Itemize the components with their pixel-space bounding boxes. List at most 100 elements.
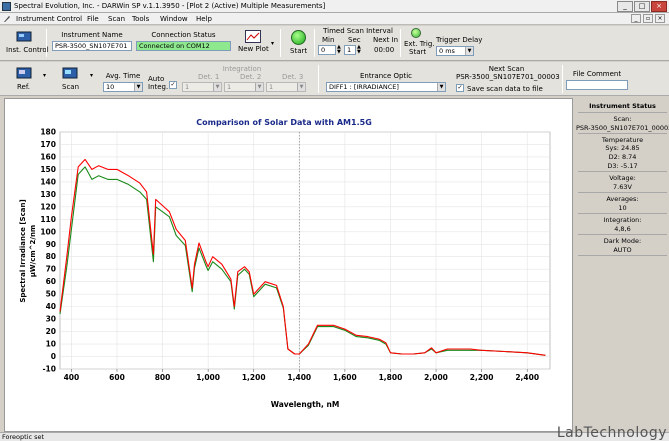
mdi-minimize-button[interactable]: _ [631,14,641,23]
integration-status-value: 4,8,6 [614,225,631,233]
auto-integ-label: Auto [148,75,165,83]
separator [46,29,47,57]
chevron-down-icon: ▼ [134,83,142,91]
divider [578,255,667,256]
y-tick-label: 30 [46,315,56,324]
chart-icon [245,30,261,43]
x-tick-label: 2,200 [470,373,494,382]
next-in-value: 00:00 [374,46,395,54]
menu-window[interactable]: Window [160,15,188,23]
menu-tools[interactable]: Tools [132,15,149,23]
spectrum-chart[interactable]: Comparison of Solar Data with AM1.5G -10… [5,99,572,431]
minimize-button[interactable]: _ [617,1,633,12]
chevron-down-icon[interactable]: ▾ [43,72,46,79]
toolbar-bottom: Ref. ▾ Scan ▾ Avg. Time 10 ▼ Auto Integ. … [0,62,669,96]
y-tick-label: 10 [46,340,56,349]
start-button[interactable]: Start [288,28,310,58]
plot-panel[interactable]: Comparison of Solar Data with AM1.5G -10… [4,98,573,432]
separator [400,29,401,57]
spinner-arrows-icon[interactable]: ▲ ▼ [357,45,361,55]
chevron-down-icon[interactable]: ▾ [271,40,274,47]
status-bar-text: Foreoptic set [2,433,45,441]
avg-time-select[interactable]: 10 ▼ [103,82,143,92]
det3-select[interactable]: 1 ▼ [266,82,306,92]
ext-trig-start-button[interactable]: Ext. Trig. Start [403,27,435,59]
instrument-status-panel: Instrument Status Scan: PSR-3500_SN107E7… [576,98,669,432]
title-bar: Spectral Evolution, Inc. - DARWin SP v.1… [0,0,669,13]
y-tick-label: 80 [46,252,56,261]
det1-label: Det. 1 [198,73,220,81]
avg-time-value: 10 [106,83,115,91]
averages-value: 10 [618,204,627,212]
chevron-down-icon: ▼ [297,83,305,91]
trigger-delay-select[interactable]: 0 ms ▼ [436,46,474,56]
divider [578,213,667,214]
menu-help[interactable]: Help [196,15,212,23]
y-tick-label: 70 [46,265,56,274]
maximize-button[interactable]: □ [634,1,650,12]
min-spinner[interactable]: 0 [318,45,336,55]
integration-status-label: Integration: [603,216,642,224]
chart-title: Comparison of Solar Data with AM1.5G [196,118,372,127]
divider [578,192,667,193]
det2-select[interactable]: 1 ▼ [224,82,264,92]
x-axis-label: Wavelength, nM [271,400,340,409]
mdi-restore-button[interactable]: ▫ [643,14,653,23]
trigger-icon [411,28,421,38]
x-tick-label: 600 [109,373,125,382]
y-tick-label: 120 [40,202,56,211]
ref-button[interactable]: Ref. [12,65,36,93]
y-tick-label: 150 [40,165,56,174]
chevron-down-icon: ▼ [437,83,445,91]
sys-temp: Sys: 24.85 [605,144,640,152]
auto-integ-label-2: Integ. [148,83,169,91]
chevron-down-icon[interactable]: ▾ [90,72,93,79]
x-tick-label: 1,600 [333,373,357,382]
scan-button[interactable]: Scan [58,65,82,93]
file-comment-label: File Comment [572,70,622,78]
connection-status-label: Connection Status [151,31,216,39]
avg-time-label: Avg. Time [105,72,141,80]
y-tick-label: 50 [46,290,56,299]
x-tick-label: 2,400 [515,373,539,382]
spinner-arrows-icon[interactable]: ▲ ▼ [337,45,341,55]
y-tick-label: 0 [51,352,56,361]
y-tick-label: 100 [40,227,56,236]
y-axis-label-1: Spectral Irradiance [Scan] [19,199,27,302]
menu-scan[interactable]: Scan [108,15,125,23]
divider [578,133,667,134]
d2-temp: D2: 8.74 [608,153,637,161]
y-tick-label: 160 [40,152,56,161]
plot-area [59,131,551,370]
entrance-optic-select[interactable]: DIFF1 : [IRRADIANCE] ▼ [326,82,446,92]
scan-icon [62,66,78,80]
x-tick-label: 400 [64,373,80,382]
app-icon [2,2,11,11]
next-scan-value: PSR-3500_SN107E701_00003 [456,73,560,81]
close-button[interactable]: × [651,1,667,12]
save-scan-checkbox[interactable]: ✓ [456,84,464,92]
y-tick-label: 180 [40,128,56,137]
menu-instrument-control[interactable]: Instrument Control [16,15,82,23]
start-icon [291,30,306,45]
new-plot-button[interactable]: New Plot [236,28,270,58]
next-in-label: Next In [373,36,399,44]
menu-file[interactable]: File [87,15,99,23]
ext-trig-start-label: Start [409,48,427,56]
window-title: Spectral Evolution, Inc. - DARWin SP v.1… [14,2,326,10]
file-comment-input[interactable] [566,80,628,90]
sec-spinner[interactable]: 1 [344,45,356,55]
inst-control-button[interactable]: Inst. Control [4,27,49,59]
entrance-optic-label: Entrance Optic [359,72,413,80]
y-tick-label: -10 [42,365,56,374]
reference-icon [16,66,32,80]
instrument-name-field[interactable]: PSR-3500_SN107E701 [52,41,132,51]
chevron-down-icon: ▼ [213,83,221,91]
mdi-close-button[interactable]: × [655,14,665,23]
auto-integ-checkbox[interactable]: ✓ [169,81,177,89]
y-tick-label: 20 [46,327,56,336]
min-label: Min [322,36,335,44]
save-scan-label: Save scan data to file [467,85,543,93]
det1-select[interactable]: 1 ▼ [182,82,222,92]
divider [578,171,667,172]
